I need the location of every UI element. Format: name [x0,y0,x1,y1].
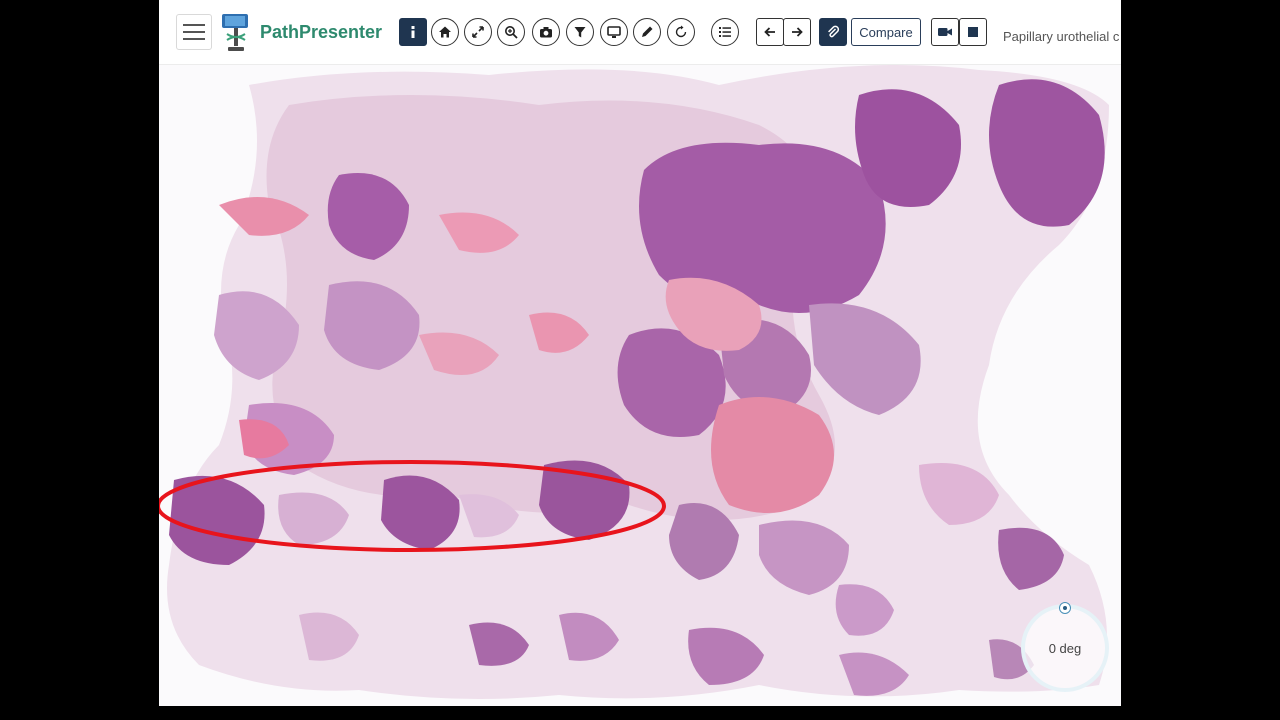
rotation-handle-icon[interactable] [1059,602,1071,614]
screen-icon [607,26,621,38]
video-icon [938,28,952,36]
menu-button[interactable] [176,14,212,50]
slide-list-button[interactable] [711,18,739,46]
paperclip-icon [828,25,840,38]
pencil-icon [642,26,653,37]
microscope-logo-icon [222,14,248,51]
menu-icon [183,24,205,26]
info-button[interactable] [399,18,427,46]
compare-button[interactable]: Compare [851,18,921,46]
list-icon [719,27,731,37]
snapshot-button[interactable] [532,18,560,46]
arrow-left-icon [764,27,775,37]
stop-icon [968,27,978,37]
toolbar: PathPresenter Compare Papillary urotheli… [159,0,1121,65]
record-video-button[interactable] [931,18,959,46]
previous-slide-button[interactable] [756,18,784,46]
arrow-right-icon [792,27,803,37]
rotation-label: 0 deg [1048,640,1082,656]
annotate-button[interactable] [633,18,661,46]
slide-title: Papillary urothelial c [1003,29,1120,44]
pathpresenter-window: PathPresenter Compare Papillary urotheli… [159,0,1121,706]
presentation-button[interactable] [600,18,628,46]
filter-icon [574,27,586,38]
tissue-specimen [167,65,1109,699]
rotate-icon [675,25,687,38]
slide-viewer[interactable] [159,65,1121,706]
rotate-button[interactable] [667,18,695,46]
fullscreen-button[interactable] [464,18,492,46]
home-button[interactable] [431,18,459,46]
fullscreen-icon [472,26,484,38]
zoom-button[interactable] [497,18,525,46]
rotation-control[interactable]: 0 deg [1021,602,1109,692]
brand-name: PathPresenter [260,22,383,42]
filter-button[interactable] [566,18,594,46]
next-slide-button[interactable] [783,18,811,46]
zoom-icon [505,26,518,39]
stop-button[interactable] [959,18,987,46]
attach-button[interactable] [819,18,847,46]
info-icon [411,26,415,38]
camera-icon [540,27,552,38]
home-icon [439,26,451,38]
